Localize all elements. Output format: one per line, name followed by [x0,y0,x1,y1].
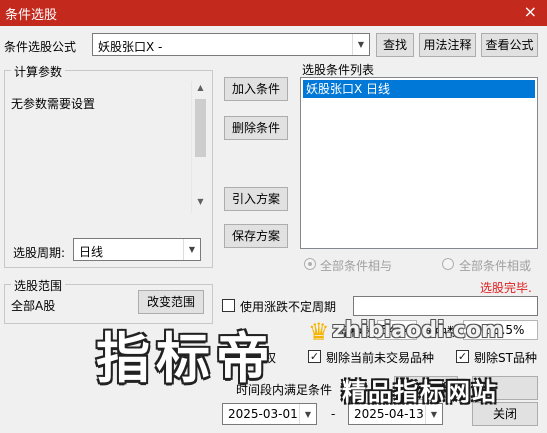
st-checkbox[interactable]: ✓ [456,350,469,363]
chevron-down-icon[interactable]: ▼ [425,404,442,424]
scroll-down-icon[interactable]: ▼ [192,197,209,211]
chevron-down-icon[interactable]: ▼ [352,34,369,55]
watermark-big: 指标帝 [96,327,276,390]
watermark-tag: 精品指标网站 [342,378,498,406]
uncertain-period-label: 使用涨跌不定周期 [240,300,337,314]
start-date-select[interactable]: 2025-03-01 ▼ [222,403,317,425]
watermark-url: zhibiaodi.com [332,318,504,343]
end-date-value: 2025-04-13 [354,407,424,421]
exclude-checkbox[interactable]: ✓ [308,350,321,363]
params-message: 无参数需要设置 [11,97,96,111]
uncertain-period-checkbox[interactable] [222,299,235,312]
params-group: 计算参数 无参数需要设置 ▲ ▼ 选股周期: 日线 ▼ [4,63,213,268]
and-label: 全部条件相与 [320,259,393,273]
period-label: 选股周期: [13,246,66,260]
params-title: 计算参数 [11,63,66,80]
window-title: 条件选股 [5,8,58,23]
save-plan-button[interactable]: 保存方案 [224,224,288,248]
period-select[interactable]: 日线 ▼ [73,238,201,261]
formula-value: 妖股张口X - [98,40,163,54]
condition-listbox[interactable]: 妖股张口X 日线 [300,77,538,249]
add-condition-button[interactable]: 加入条件 [224,77,288,101]
usage-button[interactable]: 用法注释 [419,33,476,57]
range-value: 全部A股 [11,299,56,313]
find-button[interactable]: 查找 [376,33,414,57]
or-label: 全部条件相或 [459,259,532,273]
title-bar: 条件选股 × [0,0,547,26]
chevron-down-icon[interactable]: ▼ [299,404,316,424]
date-separator: - [331,407,336,421]
change-range-button[interactable]: 改变范围 [138,290,204,314]
range-title: 选股范围 [11,277,66,294]
list-item[interactable]: 妖股张口X 日线 [303,80,535,98]
scroll-up-icon[interactable]: ▲ [192,83,209,97]
delete-condition-button[interactable]: 删除条件 [224,116,288,140]
uncertain-period-input[interactable] [353,296,538,316]
period-value: 日线 [79,245,104,259]
or-radio[interactable] [442,258,454,270]
status-text: 选股完毕. [480,281,532,295]
params-scrollbar[interactable]: ▲ ▼ [191,81,209,213]
close-icon[interactable]: × [524,2,537,21]
formula-label: 条件选股公式 [4,40,77,54]
condlist-title: 选股条件列表 [302,63,375,77]
and-radio[interactable] [304,258,316,270]
view-formula-button[interactable]: 查看公式 [481,33,538,57]
scroll-thumb[interactable] [195,99,206,157]
start-date-value: 2025-03-01 [228,407,298,421]
st-label: 剔除ST品种 [474,351,537,365]
formula-select[interactable]: 妖股张口X - ▼ [92,33,370,56]
exclude-label: 剔除当前未交易品种 [326,351,435,365]
import-plan-button[interactable]: 引入方案 [224,187,288,211]
crown-icon: ♛ [308,318,330,346]
chevron-down-icon[interactable]: ▼ [183,239,200,260]
